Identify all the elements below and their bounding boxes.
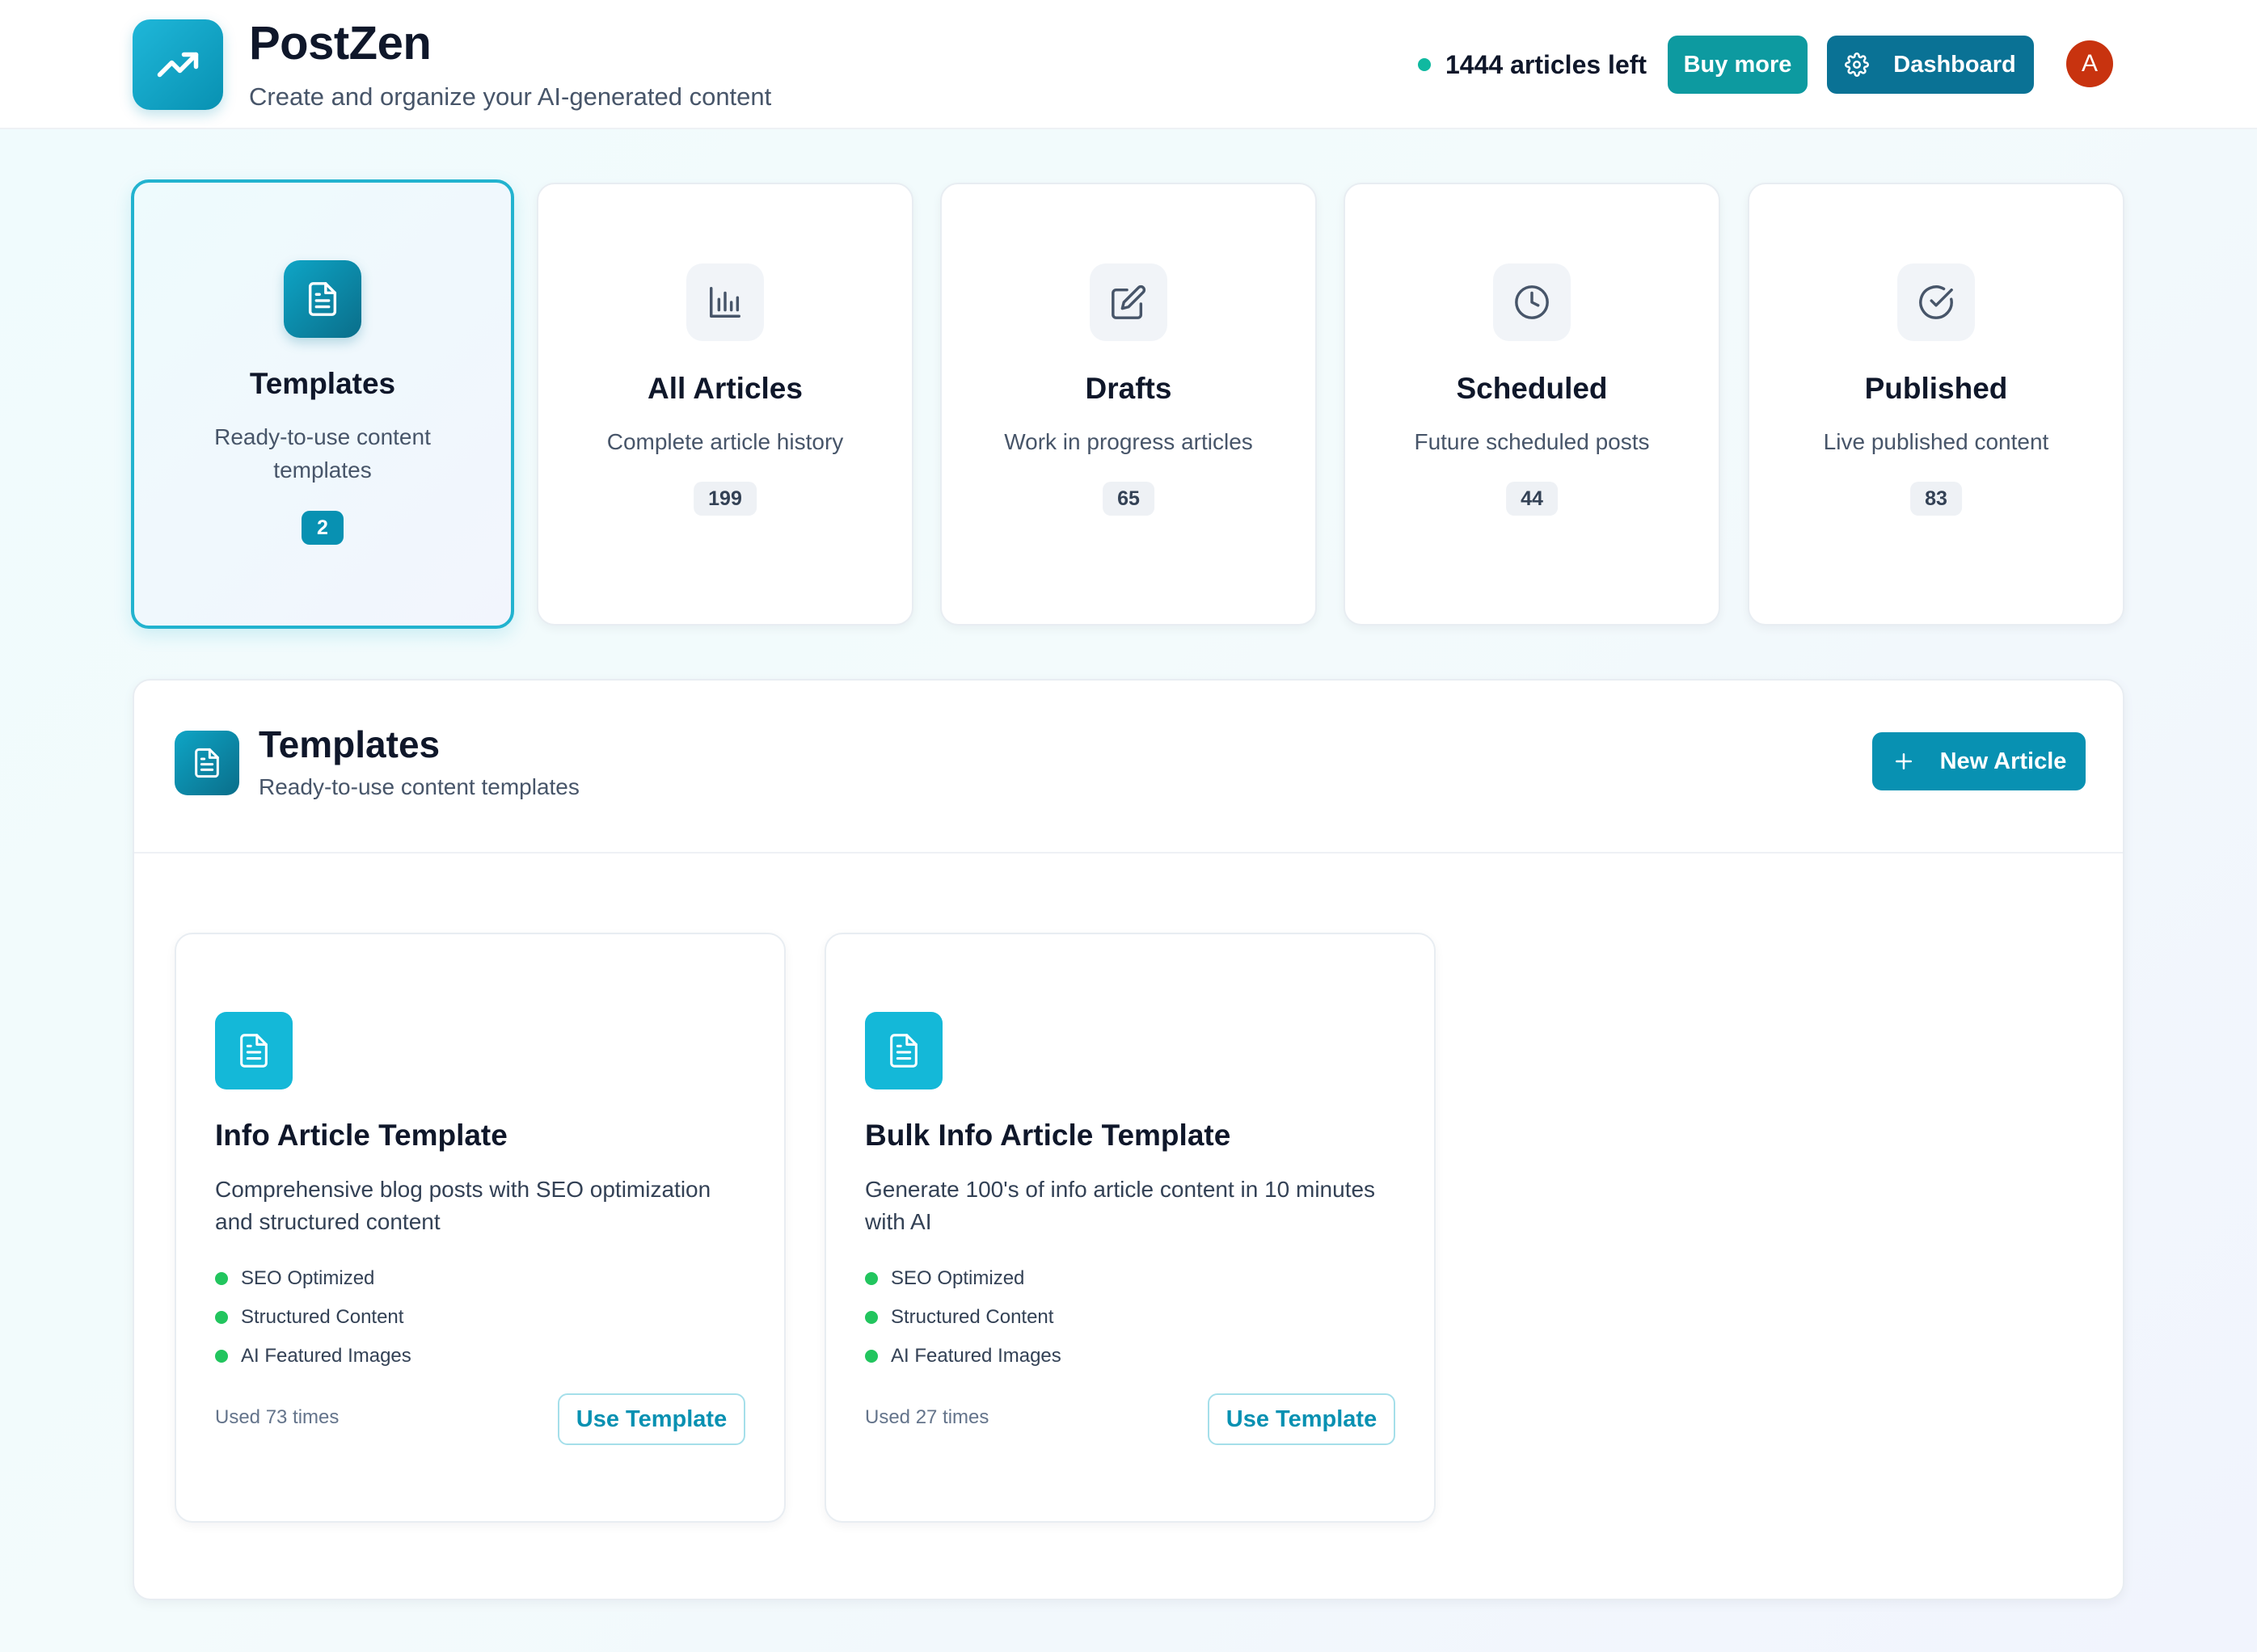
templates-panel: Templates Ready-to-use content templates… [133, 679, 2124, 1600]
dashboard-button[interactable]: Dashboard [1827, 36, 2034, 94]
category-description: Future scheduled posts [1414, 429, 1650, 454]
category-title: Templates [249, 367, 396, 400]
panel-icon-wrap [175, 731, 239, 795]
category-count-badge: 65 [1103, 482, 1154, 516]
template-card-info-article[interactable]: Info Article Template Comprehensive blog… [175, 933, 786, 1523]
category-card-templates[interactable]: Templates Ready-to-use content templates… [131, 179, 514, 629]
use-template-button[interactable]: Use Template [1208, 1393, 1395, 1445]
app-header: PostZen Create and organize your AI-gene… [0, 0, 2257, 129]
template-card-bulk-info-article[interactable]: Bulk Info Article Template Generate 100'… [825, 933, 1436, 1523]
credits-text: 1444 articles left [1445, 49, 1647, 79]
template-usage-count: Used 73 times [215, 1406, 340, 1428]
bar-chart-icon [710, 287, 740, 318]
template-description: Comprehensive blog posts with SEO optimi… [215, 1177, 711, 1234]
file-text-icon [195, 748, 219, 778]
category-card-drafts[interactable]: Drafts Work in progress articles 65 [940, 183, 1317, 626]
panel-title: Templates [259, 723, 441, 765]
category-description: Live published content [1823, 429, 2049, 454]
file-text-icon [308, 282, 337, 316]
category-card-published[interactable]: Published Live published content 83 [1748, 183, 2124, 626]
template-feature: SEO Optimized [865, 1259, 1061, 1298]
category-icon-wrap [1493, 263, 1571, 341]
template-feature-label: SEO Optimized [241, 1267, 375, 1289]
feature-dot-icon [215, 1350, 228, 1363]
app-name: PostZen [249, 17, 432, 70]
category-card-all-articles[interactable]: All Articles Complete article history 19… [537, 183, 913, 626]
feature-dot-icon [215, 1272, 228, 1285]
category-description: Ready-to-use content templates [214, 424, 431, 483]
category-title: Drafts [1085, 372, 1172, 405]
check-circle-icon [1919, 285, 1953, 319]
template-title: Info Article Template [215, 1119, 508, 1152]
category-count-badge: 2 [302, 511, 344, 545]
template-feature-label: AI Featured Images [241, 1345, 411, 1367]
template-description: Generate 100's of info article content i… [865, 1177, 1376, 1234]
category-title: All Articles [648, 372, 803, 405]
file-text-icon [890, 1034, 918, 1068]
template-feature: SEO Optimized [215, 1259, 411, 1298]
feature-dot-icon [865, 1272, 878, 1285]
panel-divider [134, 852, 2123, 853]
template-feature: Structured Content [865, 1298, 1061, 1337]
feature-dot-icon [865, 1350, 878, 1363]
category-title: Scheduled [1456, 372, 1608, 405]
feature-dot-icon [215, 1311, 228, 1324]
category-icon-wrap [1897, 263, 1975, 341]
template-feature-list: SEO Optimized Structured Content AI Feat… [215, 1259, 411, 1376]
edit-icon [1112, 284, 1146, 319]
template-feature: AI Featured Images [865, 1337, 1061, 1376]
template-feature: Structured Content [215, 1298, 411, 1337]
status-dot-icon [1418, 58, 1431, 71]
template-feature-label: SEO Optimized [891, 1267, 1025, 1289]
template-usage-count: Used 27 times [865, 1406, 989, 1428]
template-icon-wrap [865, 1012, 943, 1089]
dashboard-button-label: Dashboard [1893, 51, 2016, 78]
category-description: Work in progress articles [1004, 429, 1253, 454]
use-template-button[interactable]: Use Template [558, 1393, 745, 1445]
file-text-icon [240, 1034, 268, 1068]
template-feature-label: Structured Content [241, 1306, 404, 1328]
template-title: Bulk Info Article Template [865, 1119, 1231, 1152]
category-icon-wrap [686, 263, 764, 341]
user-avatar[interactable]: A [2066, 40, 2113, 87]
buy-more-button[interactable]: Buy more [1668, 36, 1808, 94]
category-card-scheduled[interactable]: Scheduled Future scheduled posts 44 [1344, 183, 1720, 626]
feature-dot-icon [865, 1311, 878, 1324]
app-tagline: Create and organize your AI-generated co… [249, 82, 772, 111]
app-logo[interactable] [133, 19, 223, 110]
category-count-badge: 44 [1506, 482, 1558, 516]
trending-up-icon [157, 52, 199, 78]
plus-icon [1895, 753, 1912, 769]
category-title: Published [1864, 372, 2008, 405]
category-icon-wrap [1090, 263, 1167, 341]
clock-icon [1515, 285, 1549, 319]
gear-icon [1845, 53, 1870, 77]
panel-subtitle: Ready-to-use content templates [259, 774, 580, 799]
credits-indicator: 1444 articles left [1418, 47, 1647, 82]
new-article-button[interactable]: New Article [1872, 732, 2086, 790]
new-article-label: New Article [1939, 748, 2067, 774]
template-feature: AI Featured Images [215, 1337, 411, 1376]
category-description: Complete article history [606, 429, 844, 454]
template-feature-label: AI Featured Images [891, 1345, 1061, 1367]
category-count-badge: 199 [694, 482, 757, 516]
template-feature-label: Structured Content [891, 1306, 1054, 1328]
template-icon-wrap [215, 1012, 293, 1089]
category-count-badge: 83 [1910, 482, 1962, 516]
category-icon-wrap [284, 260, 361, 338]
template-feature-list: SEO Optimized Structured Content AI Feat… [865, 1259, 1061, 1376]
